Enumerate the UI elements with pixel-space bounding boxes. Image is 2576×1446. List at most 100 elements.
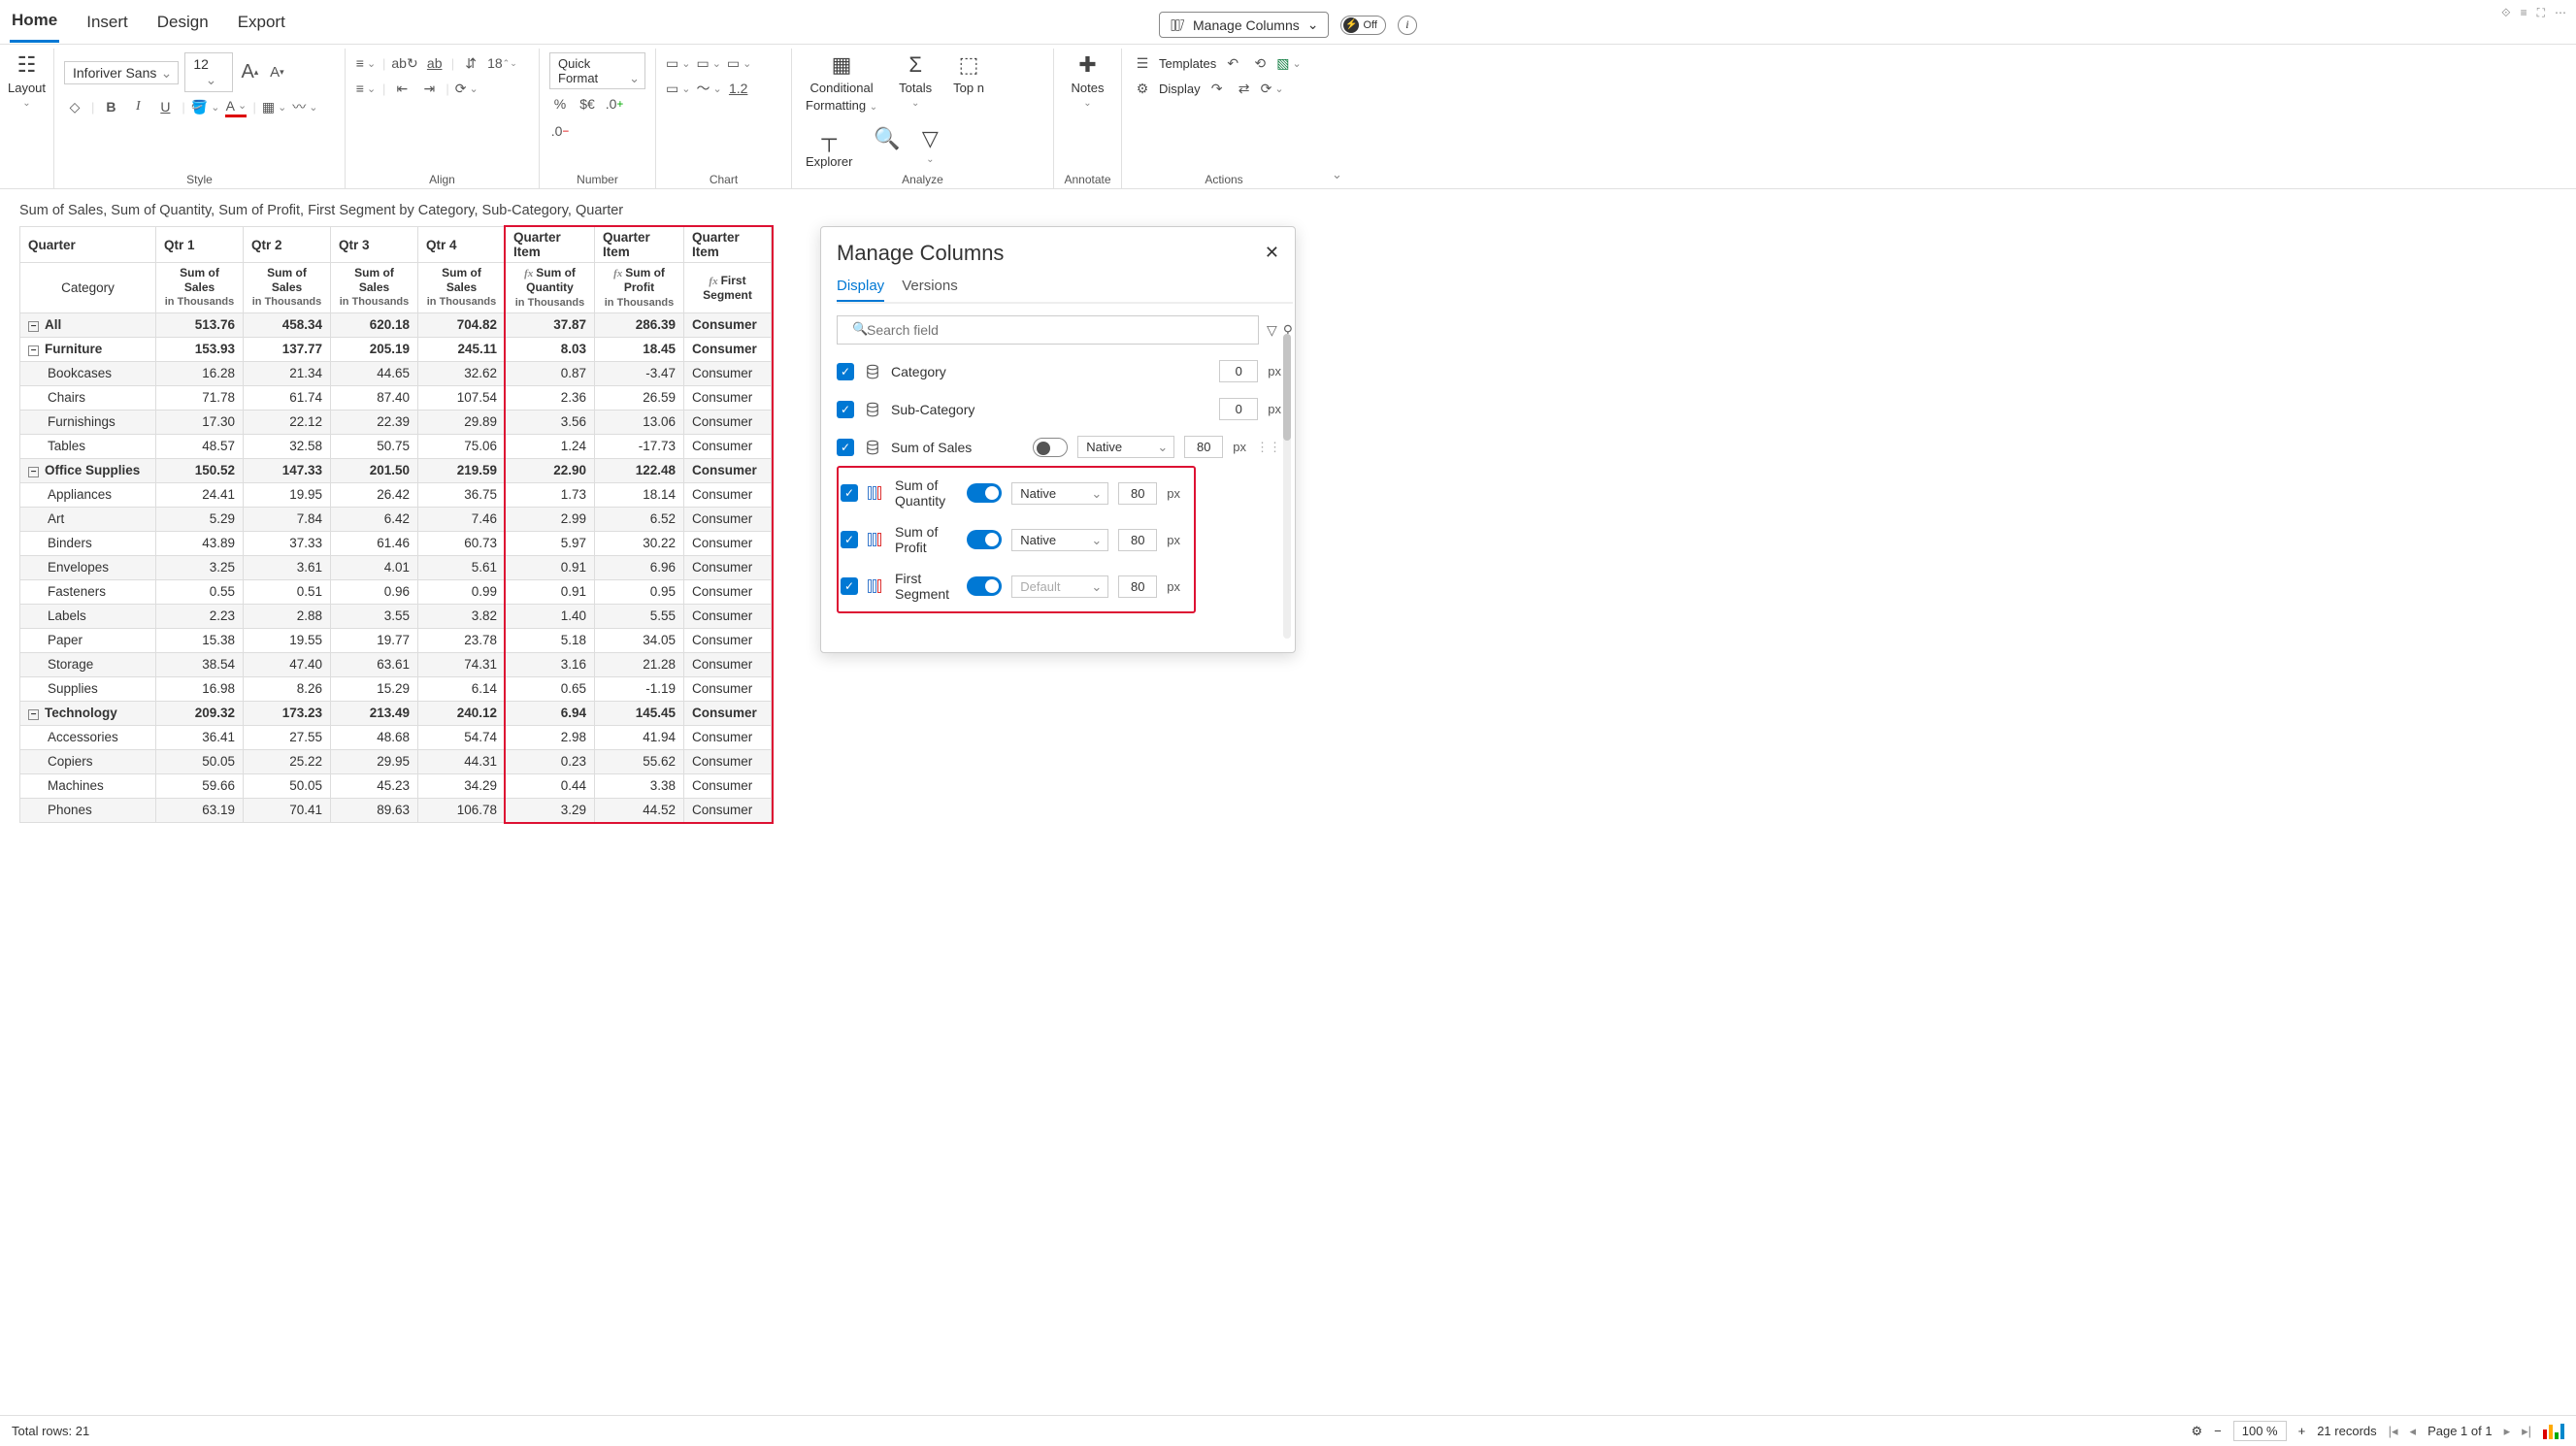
row-label[interactable]: Copiers <box>20 749 156 773</box>
width-input[interactable]: 0 <box>1219 398 1258 420</box>
font-size-select[interactable]: 12⌄ <box>184 52 233 92</box>
templates-label[interactable]: Templates <box>1159 56 1216 71</box>
indent-value[interactable]: 18 ⌃⌄ <box>487 52 517 74</box>
width-input[interactable]: 80 <box>1118 575 1157 598</box>
decrease-indent-icon[interactable]: ⇤ <box>391 78 413 99</box>
increase-decimal-icon[interactable]: .0+ <box>604 93 625 115</box>
header-sum-of-profit[interactable]: fxSum of Profitin Thousands <box>595 263 684 313</box>
zoom-in-icon[interactable]: + <box>2298 1424 2306 1438</box>
header-qtr[interactable]: Qtr 1 <box>156 227 244 263</box>
row-label[interactable]: Appliances <box>20 482 156 507</box>
row-label[interactable]: −All <box>20 312 156 337</box>
collapse-ribbon-icon[interactable]: ⌄ <box>1326 161 1348 188</box>
refresh-icon[interactable]: ⟳ <box>1261 78 1284 99</box>
increase-font-icon[interactable]: A▴ <box>239 62 260 83</box>
width-input[interactable]: 80 <box>1118 529 1157 551</box>
filter-icon[interactable]: ≡ <box>2521 6 2527 20</box>
decrease-decimal-icon[interactable]: .0− <box>549 120 571 142</box>
indent-icon[interactable]: ⇵ <box>460 52 481 74</box>
header-sum-of-sales[interactable]: Sum of Salesin Thousands <box>418 263 506 313</box>
panel-tab-versions[interactable]: Versions <box>902 278 958 302</box>
row-label[interactable]: Labels <box>20 604 156 628</box>
row-label[interactable]: −Technology <box>20 701 156 725</box>
row-label[interactable]: Fasteners <box>20 579 156 604</box>
zoom-out-icon[interactable]: − <box>2214 1424 2222 1438</box>
header-quarter[interactable]: Quarter <box>20 227 156 263</box>
fill-color-icon[interactable]: 🪣 <box>191 96 220 117</box>
visibility-checkbox[interactable]: ✓ <box>837 363 854 380</box>
row-label[interactable]: Tables <box>20 434 156 458</box>
chart-type1-icon[interactable]: ▭ <box>666 52 690 74</box>
row-label[interactable]: Accessories <box>20 725 156 749</box>
visibility-checkbox[interactable]: ✓ <box>837 439 854 456</box>
expand-icon[interactable]: ⛶ <box>2537 6 2545 20</box>
header-quarter-item[interactable]: Quarter Item <box>506 227 595 263</box>
row-label[interactable]: −Office Supplies <box>20 458 156 482</box>
more-icon[interactable]: ⋯ <box>2555 6 2566 20</box>
gear-icon[interactable]: ⚙ <box>1132 78 1153 99</box>
sparkline-icon[interactable]: ▭ <box>666 78 690 99</box>
row-label[interactable]: Binders <box>20 531 156 555</box>
filter-icon[interactable]: ▽ <box>1267 322 1277 339</box>
row-label[interactable]: Phones <box>20 798 156 822</box>
row-label[interactable]: −Furniture <box>20 337 156 361</box>
prev-page-icon[interactable]: ◂ <box>2410 1424 2417 1439</box>
header-category[interactable]: Category <box>20 263 156 313</box>
header-sum-of-sales[interactable]: Sum of Salesin Thousands <box>331 263 418 313</box>
filter-button[interactable]: ▽⌄ <box>918 126 942 165</box>
row-label[interactable]: Furnishings <box>20 410 156 434</box>
onepoint-icon[interactable]: 1.2 <box>728 78 749 99</box>
reset-icon[interactable]: ⟲ <box>1249 52 1271 74</box>
tab-design[interactable]: Design <box>155 9 211 42</box>
width-input[interactable]: 80 <box>1184 436 1223 458</box>
mode-select[interactable]: Native <box>1011 529 1108 551</box>
panel-tab-display[interactable]: Display <box>837 278 884 302</box>
wrap-icon[interactable]: ⟳ <box>455 78 479 99</box>
conditional-formatting-button[interactable]: ▦ Conditional Formatting ⌄ <box>802 52 881 113</box>
underline-icon[interactable]: U <box>154 96 176 117</box>
align-vertical-icon[interactable]: ≡ <box>355 52 377 74</box>
autofit-toggle[interactable]: ⚡ Off <box>1340 16 1385 35</box>
row-label[interactable]: Chairs <box>20 385 156 410</box>
header-qtr[interactable]: Qtr 3 <box>331 227 418 263</box>
panel-scrollbar[interactable] <box>1283 334 1291 639</box>
chart-type2-icon[interactable]: ▭ <box>696 52 720 74</box>
tab-insert[interactable]: Insert <box>84 9 130 42</box>
display-label[interactable]: Display <box>1159 82 1201 96</box>
redo-icon[interactable]: ↷ <box>1206 78 1228 99</box>
last-page-icon[interactable]: ▸| <box>2522 1424 2531 1439</box>
notes-button[interactable]: ✚ Notes ⌄ <box>1064 52 1111 109</box>
tab-export[interactable]: Export <box>236 9 287 42</box>
percent-icon[interactable]: % <box>549 93 571 115</box>
font-family-select[interactable]: Inforiver Sans⌄ <box>64 61 179 84</box>
series-toggle[interactable] <box>1033 438 1068 457</box>
templates-icon[interactable]: ☰ <box>1132 52 1153 74</box>
row-label[interactable]: Supplies <box>20 676 156 701</box>
header-sum-of-quantity[interactable]: fxSum of Quantityin Thousands <box>506 263 595 313</box>
series-toggle[interactable] <box>967 483 1002 503</box>
row-label[interactable]: Art <box>20 507 156 531</box>
increase-indent-icon[interactable]: ⇥ <box>418 78 440 99</box>
clear-format-icon[interactable]: ◇ <box>64 96 85 117</box>
visibility-checkbox[interactable]: ✓ <box>841 484 858 502</box>
zoom-value[interactable]: 100 % <box>2233 1421 2287 1441</box>
search-input[interactable] <box>837 315 1259 345</box>
align-horizontal-icon[interactable]: ≡ <box>355 78 377 99</box>
row-label[interactable]: Machines <box>20 773 156 798</box>
excel-icon[interactable]: ▧ <box>1276 52 1301 74</box>
chart-type3-icon[interactable]: ▭ <box>727 52 751 74</box>
text-direction-icon[interactable]: ab↻ <box>391 52 417 74</box>
undo-icon[interactable]: ↶ <box>1222 52 1243 74</box>
layout-button[interactable]: ☷ Layout ⌄ <box>10 52 44 109</box>
mode-select[interactable]: Default <box>1011 575 1108 598</box>
mini-chart-icon[interactable] <box>2543 1424 2564 1439</box>
header-qtr[interactable]: Qtr 4 <box>418 227 506 263</box>
width-input[interactable]: 80 <box>1118 482 1157 505</box>
expand-icon[interactable]: − <box>28 345 39 356</box>
mode-select[interactable]: Native <box>1011 482 1108 505</box>
info-icon[interactable]: i <box>1398 16 1417 35</box>
header-sum-of-sales[interactable]: Sum of Salesin Thousands <box>156 263 244 313</box>
settings-icon[interactable]: ⚙ <box>2191 1424 2202 1439</box>
quick-format-select[interactable]: Quick Format⌄ <box>549 52 645 89</box>
header-first-segment[interactable]: fxFirstSegment <box>684 263 772 313</box>
